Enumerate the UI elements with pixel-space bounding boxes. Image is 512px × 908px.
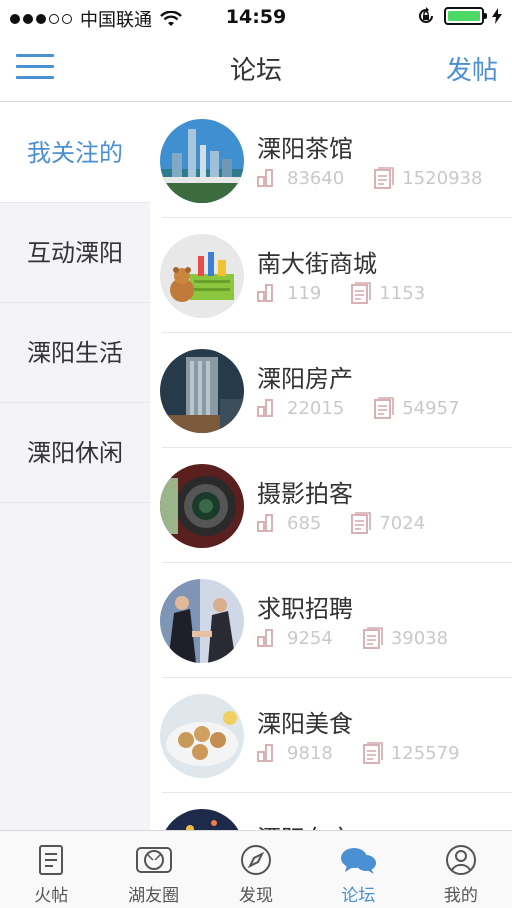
bar-chart-icon bbox=[257, 284, 273, 302]
sidebar-item-life[interactable]: 溧阳生活 bbox=[0, 303, 150, 403]
thread-count-value: 83640 bbox=[287, 167, 345, 189]
forum-name: 溧阳房产 bbox=[257, 365, 353, 393]
post-count-value: 54957 bbox=[402, 397, 460, 419]
forum-avatar-shopping-basket bbox=[160, 234, 244, 318]
forum-row[interactable]: 溧阳美食 9818 125579 bbox=[160, 678, 512, 793]
post-count: 54957 bbox=[374, 397, 460, 419]
thread-count-value: 22015 bbox=[287, 397, 345, 419]
forum-row[interactable]: 摄影拍客 685 7024 bbox=[160, 448, 512, 563]
thread-count: 9254 bbox=[257, 628, 333, 649]
forum-stats: 83640 1520938 bbox=[257, 167, 512, 189]
sidebar-item-following[interactable]: 我关注的 bbox=[0, 103, 150, 203]
forum-avatar-food bbox=[160, 694, 244, 778]
tab-label: 火帖 bbox=[34, 886, 69, 906]
post-count-value: 1153 bbox=[379, 282, 426, 304]
thread-count: 9818 bbox=[257, 743, 333, 764]
post-count-value: 39038 bbox=[390, 627, 449, 649]
page-icon bbox=[351, 512, 372, 534]
category-sidebar: 我关注的 互动溧阳 溧阳生活 溧阳休闲 bbox=[0, 103, 150, 830]
battery-icon bbox=[444, 7, 487, 25]
document-icon bbox=[39, 845, 64, 875]
bar-chart-icon bbox=[257, 169, 273, 187]
forum-avatar-building bbox=[160, 349, 244, 433]
tab-label: 发现 bbox=[239, 886, 274, 906]
tab-label: 我的 bbox=[443, 886, 478, 906]
forum-stats: 119 1153 bbox=[257, 282, 455, 304]
camera-lens-icon bbox=[135, 847, 172, 873]
post-count-value: 1520938 bbox=[402, 167, 483, 189]
page-icon bbox=[362, 627, 383, 649]
tab-label: 论坛 bbox=[341, 886, 376, 906]
thread-count-value: 9818 bbox=[287, 742, 333, 764]
page-icon bbox=[351, 282, 372, 304]
tab-forum[interactable]: 论坛 bbox=[307, 831, 409, 908]
tab-label: 湖友圈 bbox=[128, 886, 180, 906]
chat-bubbles-icon bbox=[341, 848, 377, 874]
post-count-value: 125579 bbox=[390, 742, 460, 764]
forum-avatar-camera-lens bbox=[160, 464, 244, 548]
forum-name: 溧阳车市 bbox=[257, 819, 353, 830]
page-icon bbox=[374, 397, 395, 419]
post-count: 1520938 bbox=[374, 167, 482, 189]
nav-bar: 论坛 发帖 bbox=[0, 34, 512, 102]
forum-name: 溧阳茶馆 bbox=[257, 135, 353, 163]
forum-name: 求职招聘 bbox=[257, 595, 353, 623]
status-bar: 中国联通 14:59 bbox=[0, 0, 512, 34]
user-icon bbox=[445, 845, 476, 875]
post-count: 125579 bbox=[362, 742, 460, 764]
bar-chart-icon bbox=[257, 744, 273, 762]
tab-bar: 火帖 湖友圈 发现 论坛 我的 bbox=[0, 830, 512, 908]
bar-chart-icon bbox=[257, 399, 273, 417]
forum-row[interactable]: 南大街商城 119 1153 bbox=[160, 218, 512, 333]
tab-friends-circle[interactable]: 湖友圈 bbox=[102, 831, 204, 908]
forum-avatar-handshake bbox=[160, 579, 244, 663]
forum-stats: 685 7024 bbox=[257, 512, 455, 534]
compass-icon bbox=[241, 845, 272, 875]
forum-row[interactable]: 溧阳茶馆 83640 1520938 bbox=[160, 103, 512, 218]
forum-name: 溧阳美食 bbox=[257, 710, 353, 738]
tab-discover[interactable]: 发现 bbox=[205, 831, 307, 908]
rotation-lock-icon bbox=[419, 7, 433, 23]
status-right bbox=[416, 6, 502, 26]
thread-count-value: 685 bbox=[287, 512, 322, 534]
thread-count: 22015 bbox=[257, 398, 344, 419]
charging-icon bbox=[492, 8, 502, 24]
forum-stats: 9254 39038 bbox=[257, 627, 478, 649]
forum-list: 溧阳茶馆 83640 1520938 南大街商城 119 1153 溧阳房产 2… bbox=[150, 103, 512, 830]
forum-stats: 9818 125579 bbox=[257, 742, 490, 764]
forum-row[interactable]: 求职招聘 9254 39038 bbox=[160, 563, 512, 678]
post-count-value: 7024 bbox=[379, 512, 426, 534]
forum-name: 南大街商城 bbox=[257, 250, 377, 278]
forum-avatar-night-car bbox=[160, 809, 244, 830]
post-count: 1153 bbox=[351, 282, 425, 304]
sidebar-item-interactive[interactable]: 互动溧阳 bbox=[0, 203, 150, 303]
thread-count: 685 bbox=[257, 513, 321, 534]
page-icon bbox=[362, 742, 383, 764]
new-post-button[interactable]: 发帖 bbox=[446, 50, 498, 87]
thread-count: 119 bbox=[257, 283, 321, 304]
bar-chart-icon bbox=[257, 514, 273, 532]
thread-count: 83640 bbox=[257, 168, 344, 189]
tab-me[interactable]: 我的 bbox=[410, 831, 512, 908]
bar-chart-icon bbox=[257, 629, 273, 647]
page-title: 论坛 bbox=[229, 56, 282, 86]
thread-count-value: 9254 bbox=[287, 627, 333, 649]
post-count: 7024 bbox=[351, 512, 425, 534]
forum-row[interactable]: 溧阳房产 22015 54957 bbox=[160, 333, 512, 448]
forum-avatar-cityscape bbox=[160, 119, 244, 203]
sidebar-item-leisure[interactable]: 溧阳休闲 bbox=[0, 403, 150, 503]
forum-row[interactable]: 溧阳车市 bbox=[160, 793, 512, 830]
forum-name: 摄影拍客 bbox=[257, 480, 353, 508]
forum-stats: 22015 54957 bbox=[257, 397, 490, 419]
page-icon bbox=[374, 167, 395, 189]
thread-count-value: 119 bbox=[287, 282, 322, 304]
post-count: 39038 bbox=[362, 627, 449, 649]
tab-hot-posts[interactable]: 火帖 bbox=[0, 831, 102, 908]
